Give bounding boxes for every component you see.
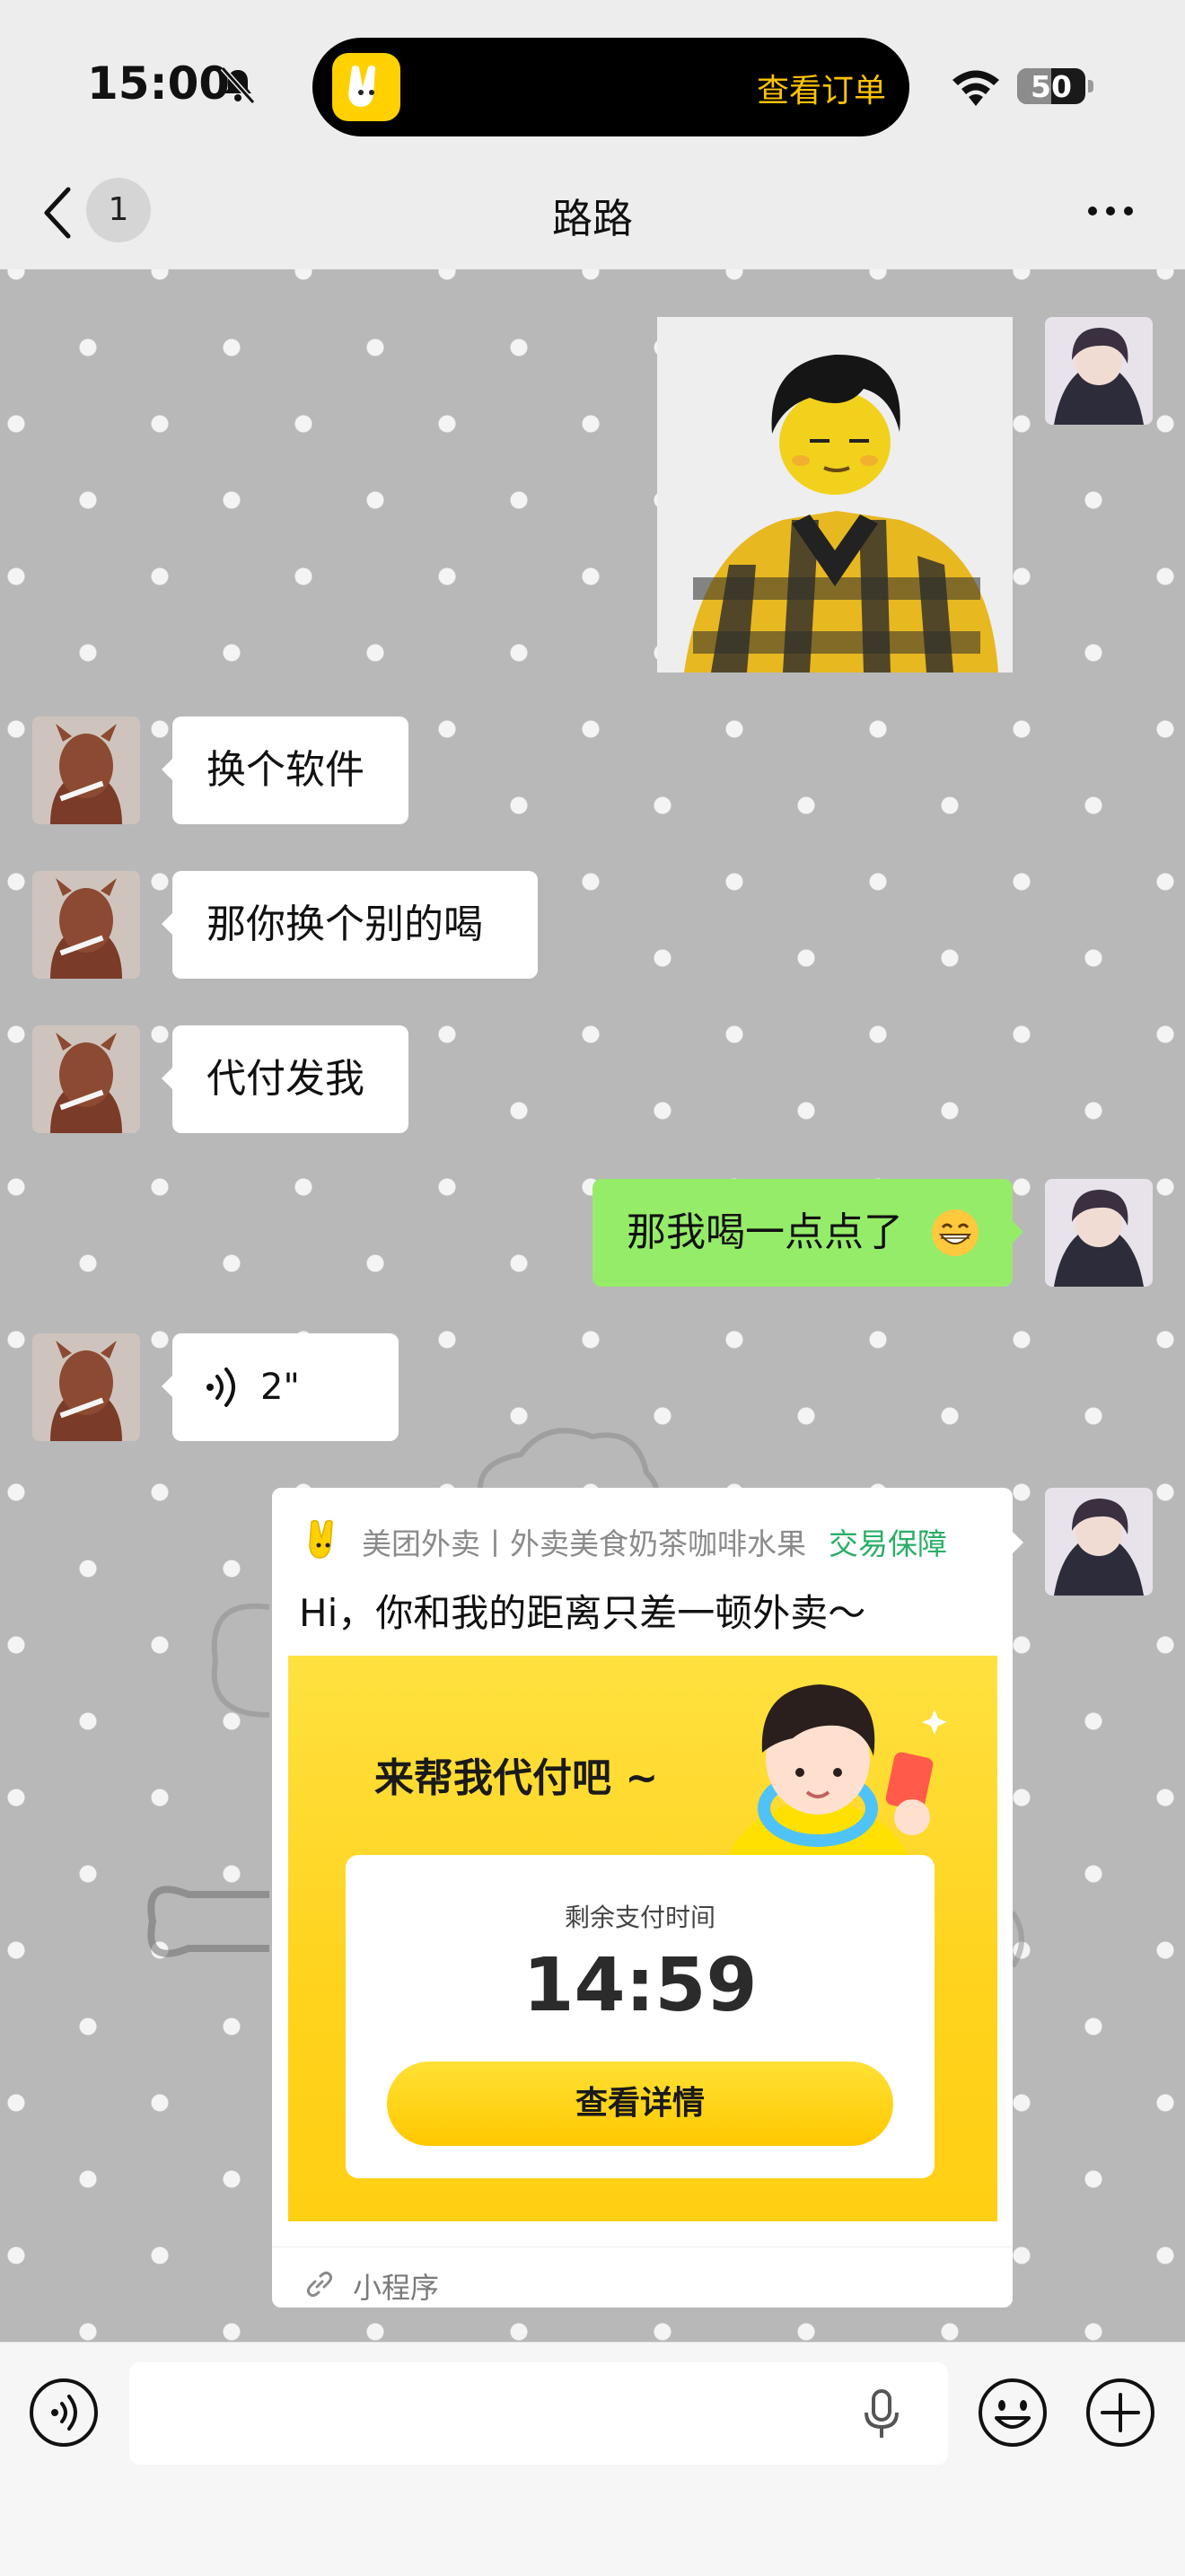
mic-icon[interactable] (860, 2387, 903, 2441)
voice-wave-icon (206, 1367, 235, 1407)
card-divider (272, 2246, 1013, 2247)
plus-icon[interactable] (1084, 2377, 1156, 2449)
timer-label: 剩余支付时间 (564, 1903, 715, 1932)
more-icon[interactable] (1086, 205, 1135, 217)
message-bubble-received[interactable]: 那你换个别的喝 (162, 871, 538, 979)
wifi-icon (952, 70, 999, 106)
mini-program-source: 美团外卖丨外卖美食奶茶咖啡水果 (362, 1526, 806, 1561)
voice-duration: 2" (260, 1367, 300, 1408)
meituan-app-icon (332, 53, 400, 121)
meituan-logo-icon (309, 1519, 333, 1559)
message-text: 那我喝一点点了 (627, 1209, 903, 1255)
message-input[interactable] (129, 2362, 948, 2465)
mini-program-title: Hi，你和我的距离只差一顿外卖～ (299, 1591, 866, 1635)
banner-headline: 来帮我代付吧 ~ (374, 1755, 659, 1801)
chat-title: 路路 (551, 195, 633, 242)
message-bubble-sent[interactable]: 那我喝一点点了 (592, 1179, 1023, 1287)
battery-indicator: 50 (1017, 68, 1085, 104)
contact-avatar[interactable] (32, 1025, 140, 1133)
voice-message-bubble[interactable]: 2" (162, 1333, 399, 1441)
message-bubble-received[interactable]: 换个软件 (162, 717, 408, 824)
voice-mode-icon[interactable] (28, 2377, 100, 2449)
contact-avatar[interactable] (32, 1333, 140, 1441)
input-bar (0, 2342, 1185, 2576)
my-avatar[interactable] (1045, 1488, 1153, 1596)
view-order-link[interactable]: 查看订单 (757, 65, 886, 111)
chat-messages[interactable]: 换个软件 那你换个别的喝 代付发我 那我喝一点点了 2" 美团外卖丨外卖美食奶茶… (0, 269, 1185, 2342)
contact-avatar[interactable] (32, 717, 140, 824)
mini-program-footer-label: 小程序 (353, 2271, 440, 2305)
payment-timer-panel: 剩余支付时间 14:59 查看详情 (346, 1855, 935, 2178)
battery-level: 50 (1031, 69, 1072, 104)
battery-cap (1088, 80, 1093, 92)
trade-guarantee-label: 交易保障 (829, 1526, 947, 1561)
mini-program-banner: 来帮我代付吧 ~ 剩余支付时间 14:59 查看详情 (288, 1656, 997, 2221)
contact-avatar[interactable] (32, 871, 140, 979)
status-time: 15:00 (87, 57, 231, 110)
emoji-icon[interactable] (977, 2377, 1049, 2449)
mini-program-card[interactable]: 美团外卖丨外卖美食奶茶咖啡水果 交易保障 Hi，你和我的距离只差一顿外卖～ 来帮… (272, 1488, 1023, 2308)
bell-slash-icon (220, 66, 256, 105)
meme-image[interactable] (657, 317, 1013, 673)
my-avatar[interactable] (1045, 317, 1153, 425)
link-icon (306, 2271, 333, 2298)
grin-emoji-icon (932, 1209, 979, 1256)
cartoon-figure-illustration (719, 1684, 947, 1880)
view-details-button[interactable]: 查看详情 (387, 2062, 893, 2146)
status-bar: 15:00 查看订单 50 (0, 0, 1185, 157)
my-avatar[interactable] (1045, 1179, 1153, 1287)
countdown-timer: 14:59 (522, 1943, 758, 2028)
message-bubble-received[interactable]: 代付发我 (162, 1025, 408, 1133)
dynamic-island[interactable]: 查看订单 (312, 38, 909, 136)
